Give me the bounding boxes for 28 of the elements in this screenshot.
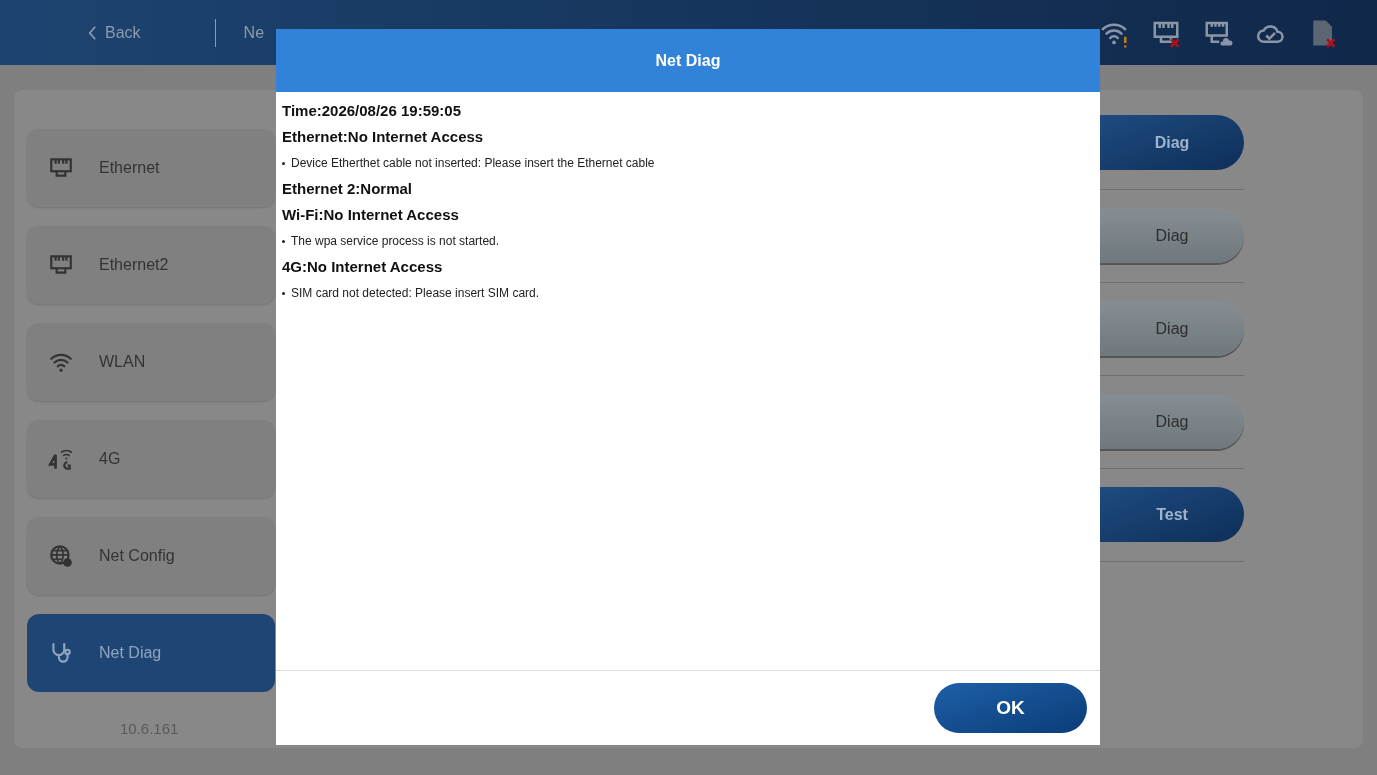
bullet-icon (282, 291, 285, 295)
action-button[interactable]: Diag (1100, 394, 1244, 449)
chevron-left-icon (88, 24, 97, 41)
sidebar-item[interactable]: Net Config (27, 517, 275, 595)
status-heading: 4G:No Internet Access (282, 257, 443, 277)
back-button[interactable]: Back (88, 20, 141, 45)
action-button[interactable]: Diag (1100, 301, 1244, 356)
status-heading: Time:2026/08/26 19:59:05 (282, 101, 462, 121)
sidebar-item[interactable]: Ethernet (27, 129, 275, 207)
action-button[interactable]: Diag (1100, 208, 1244, 263)
action-button[interactable]: Diag (1100, 115, 1244, 170)
action-button[interactable]: Test (1100, 487, 1244, 542)
status-heading: Ethernet 2:Normal (282, 179, 413, 199)
dialog-title: Net Diag (655, 50, 721, 71)
status-heading: Ethernet:No Internet Access (282, 127, 484, 147)
status-heading: Wi-Fi:No Internet Access (282, 205, 459, 225)
sidebar-item[interactable]: Net Diag (27, 614, 275, 692)
bullet-icon (282, 239, 285, 243)
globe-gear-icon (48, 543, 74, 569)
bullet-icon (282, 161, 285, 165)
status-detail: The wpa service process is not started. (291, 233, 500, 250)
ok-button[interactable]: OK (934, 683, 1087, 733)
page-title: Ne (243, 22, 265, 43)
status-detail: SIM card not detected: Please insert SIM card. (291, 285, 540, 302)
sidebar-item[interactable]: 4G (27, 420, 275, 498)
status-detail: Device Etherthet cable not inserted: Please insert the Ethernet cable (291, 155, 655, 172)
sidebar-item[interactable]: WLAN (27, 323, 275, 401)
sidebar-item[interactable]: Ethernet2 (27, 226, 275, 304)
